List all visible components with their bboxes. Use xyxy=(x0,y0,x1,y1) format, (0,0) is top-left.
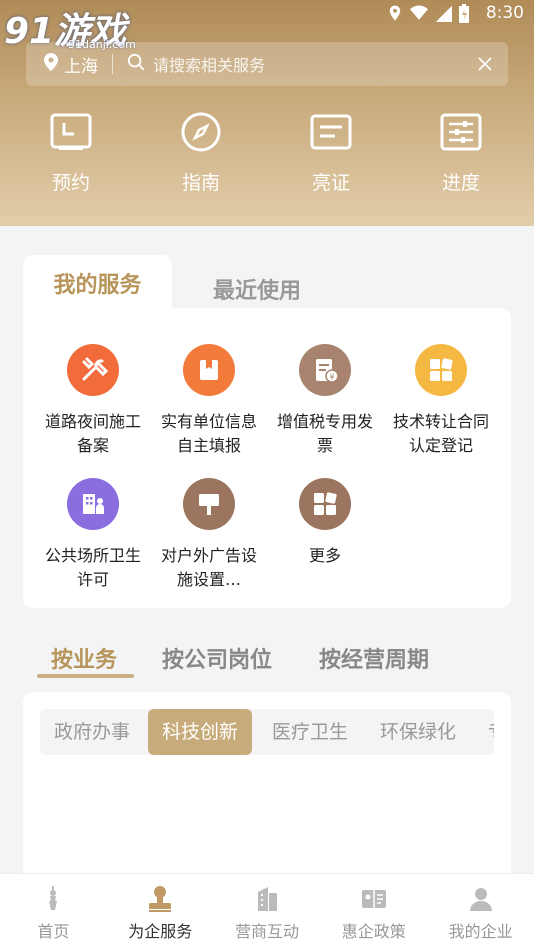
tower-icon xyxy=(38,884,68,914)
chip-partial[interactable]: 专 xyxy=(488,709,494,755)
search-input[interactable]: 请搜索相关服务 xyxy=(153,52,478,76)
tab-recent[interactable]: 最近使用 xyxy=(213,273,301,305)
service-label: 增值税专用发票 xyxy=(276,412,373,454)
service-label: 道路夜间施工备案 xyxy=(44,412,141,454)
svg-text:¥: ¥ xyxy=(329,373,334,382)
nav-label: 营商互动 xyxy=(234,922,299,941)
quick-link-appointment[interactable]: 预约 xyxy=(6,110,136,195)
clear-icon[interactable] xyxy=(478,52,492,76)
nav-label: 我的企业 xyxy=(448,922,513,941)
user-icon xyxy=(466,884,496,914)
tools-icon xyxy=(67,344,119,396)
stamp-icon xyxy=(145,884,175,914)
service-card: 道路夜间施工备案 实有单位信息自主填报 ¥ 增值税专用发票 技术转让合同认定登记… xyxy=(23,308,511,608)
chip-tech-innovation[interactable]: 科技创新 xyxy=(148,709,253,755)
building-chat-icon xyxy=(252,884,282,914)
quick-link-label: 预约 xyxy=(51,172,90,194)
billboard-icon xyxy=(183,478,235,530)
location-pin-icon xyxy=(44,52,58,76)
nav-enterprise-services[interactable]: 为企服务 xyxy=(107,874,214,950)
quick-link-certificate[interactable]: 亮证 xyxy=(266,110,396,195)
service-item[interactable]: 更多 xyxy=(267,478,383,588)
status-icons: 8:30 xyxy=(386,3,524,23)
nav-label: 惠企政策 xyxy=(341,922,406,941)
service-item[interactable]: 对户外广告设施设置… xyxy=(151,478,267,588)
service-label: 更多 xyxy=(308,546,341,565)
calendar-icon xyxy=(49,110,93,154)
service-label: 技术转让合同认定登记 xyxy=(392,412,489,454)
nav-label: 首页 xyxy=(37,922,70,941)
signal-icon xyxy=(434,4,452,22)
service-item[interactable]: 实有单位信息自主填报 xyxy=(151,344,267,454)
service-item[interactable]: 道路夜间施工备案 xyxy=(35,344,151,454)
service-label: 对户外广告设施设置… xyxy=(160,546,257,588)
category-chips: 政府办事 科技创新 医疗卫生 环保绿化 专 xyxy=(40,709,494,755)
tab-by-business[interactable]: 按业务 xyxy=(51,642,117,674)
category-card: 政府办事 科技创新 医疗卫生 环保绿化 专 xyxy=(23,692,511,882)
progress-icon xyxy=(439,110,483,154)
category-tabs: 按业务 按公司岗位 按经营周期 xyxy=(0,636,534,686)
city-label: 上海 xyxy=(64,56,98,77)
building-icon xyxy=(67,478,119,530)
bookmark-icon xyxy=(183,344,235,396)
nav-business-interaction[interactable]: 营商互动 xyxy=(214,874,321,950)
service-tabs: 我的服务 最近使用 xyxy=(23,255,511,311)
active-tab-underline xyxy=(37,674,134,678)
quick-link-progress[interactable]: 进度 xyxy=(396,110,526,195)
nav-label: 为企服务 xyxy=(128,922,193,941)
chip-government[interactable]: 政府办事 xyxy=(54,709,130,755)
tab-by-cycle[interactable]: 按经营周期 xyxy=(319,642,429,674)
chip-healthcare[interactable]: 医疗卫生 xyxy=(272,709,348,755)
quick-link-guide[interactable]: 指南 xyxy=(136,110,266,195)
tab-my-services[interactable]: 我的服务 xyxy=(23,255,172,311)
service-label: 公共场所卫生许可 xyxy=(44,546,141,588)
quick-link-label: 亮证 xyxy=(311,172,350,194)
quick-link-label: 进度 xyxy=(441,172,480,194)
bottom-nav: 首页 为企服务 营商互动 惠企政策 我的企业 xyxy=(0,873,534,950)
city-selector[interactable]: 上海 xyxy=(44,52,98,77)
invoice-icon: ¥ xyxy=(299,344,351,396)
battery-icon xyxy=(458,4,476,23)
search-divider xyxy=(112,54,113,74)
compass-icon xyxy=(179,110,223,154)
quick-links: 预约 指南 亮证 进度 xyxy=(0,110,534,195)
tab-label: 我的服务 xyxy=(53,273,142,298)
apps-icon xyxy=(415,344,467,396)
service-item[interactable]: 公共场所卫生许可 xyxy=(35,478,151,588)
nav-my-company[interactable]: 我的企业 xyxy=(427,874,534,950)
search-bar[interactable]: 上海 请搜索相关服务 xyxy=(26,42,508,86)
status-time: 8:30 xyxy=(485,3,524,23)
location-status-icon xyxy=(386,4,404,22)
more-icon xyxy=(299,478,351,530)
search-icon xyxy=(127,53,145,75)
chip-environment[interactable]: 环保绿化 xyxy=(380,709,456,755)
service-label: 实有单位信息自主填报 xyxy=(160,412,257,454)
service-item[interactable]: 技术转让合同认定登记 xyxy=(383,344,499,454)
header-banner: 8:30 91游戏 91danji.com 上海 请搜索相关服务 预约 指南 亮… xyxy=(0,0,534,226)
certificate-icon xyxy=(309,110,353,154)
nav-home[interactable]: 首页 xyxy=(0,874,107,950)
tab-by-position[interactable]: 按公司岗位 xyxy=(162,642,272,674)
quick-link-label: 指南 xyxy=(181,172,220,194)
wifi-icon xyxy=(409,4,428,22)
service-item[interactable]: ¥ 增值税专用发票 xyxy=(267,344,383,454)
nav-policies[interactable]: 惠企政策 xyxy=(320,874,427,950)
policy-icon xyxy=(359,884,389,914)
